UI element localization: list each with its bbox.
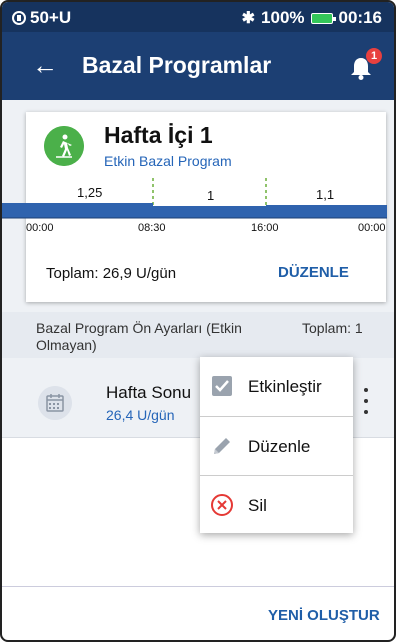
rate-bar-3 [266, 205, 387, 218]
app-bar: ← Bazal Programlar 1 [2, 32, 394, 100]
battery-icon [310, 12, 336, 24]
status-right: ✱ 100% 00:16 [242, 8, 382, 28]
notification-badge: 1 [366, 48, 382, 64]
presets-section-header: Bazal Program Ön Ayarları (Etkin Olmayan… [2, 312, 394, 358]
rate-label: 1,25 [77, 185, 103, 200]
menu-item-delete[interactable]: Sil [200, 475, 353, 533]
preset-total: 26,4 U/gün [106, 407, 175, 423]
menu-item-edit[interactable]: Düzenle [200, 416, 353, 474]
pod-status-icon [12, 11, 26, 25]
preset-name: Hafta Sonu [106, 383, 192, 402]
insulin-remaining: 50+U [30, 8, 72, 27]
more-options-icon[interactable] [360, 388, 372, 414]
walking-person-icon [44, 126, 84, 166]
status-bar: 50+U ✱ 100% 00:16 [2, 2, 394, 32]
clock: 00:16 [338, 8, 382, 27]
battery-percent: 100% [261, 8, 305, 27]
rate-label: 1 [207, 188, 215, 203]
presets-section-title: Bazal Program Ön Ayarları (Etkin Olmayan… [36, 320, 242, 353]
time-label: 00:00 [26, 222, 54, 234]
delete-circle-x-icon [211, 494, 233, 516]
create-new-button[interactable]: YENİ OLUŞTUR [268, 607, 380, 624]
program-name: Hafta İçi 1 [104, 122, 213, 148]
footer-divider [2, 586, 394, 587]
program-total: Toplam: 26,9 U/gün [46, 265, 177, 282]
status-left: 50+U [12, 8, 71, 28]
edit-button[interactable]: DÜZENLE [278, 264, 349, 281]
presets-section-total: Toplam: 1 [302, 320, 363, 336]
screen: 50+U ✱ 100% 00:16 ← Bazal Programlar 1 H… [0, 0, 396, 642]
calendar-icon [38, 386, 72, 420]
time-label: 00:00 [358, 222, 386, 234]
page-title: Bazal Programlar [82, 52, 272, 78]
menu-item-activate[interactable]: Etkinleştir [200, 357, 353, 415]
checkbox-checked-icon [212, 376, 232, 396]
rate-bar-1 [2, 203, 153, 218]
context-menu: Etkinleştir Düzenle Sil [200, 357, 353, 533]
pencil-icon [214, 438, 230, 454]
rate-label: 1,1 [316, 187, 335, 202]
program-status: Etkin Bazal Program [104, 153, 232, 169]
time-label: 08:30 [138, 222, 166, 234]
time-label: 16:00 [251, 222, 279, 234]
basal-rate-chart [2, 178, 387, 219]
arrow-left-icon: ← [32, 50, 58, 80]
bluetooth-icon: ✱ [241, 10, 256, 27]
menu-item-label: Etkinleştir [248, 377, 322, 396]
back-button[interactable]: ← [32, 50, 58, 80]
rate-bar-2 [153, 206, 266, 218]
menu-item-label: Sil [248, 496, 267, 515]
menu-item-label: Düzenle [248, 437, 311, 456]
